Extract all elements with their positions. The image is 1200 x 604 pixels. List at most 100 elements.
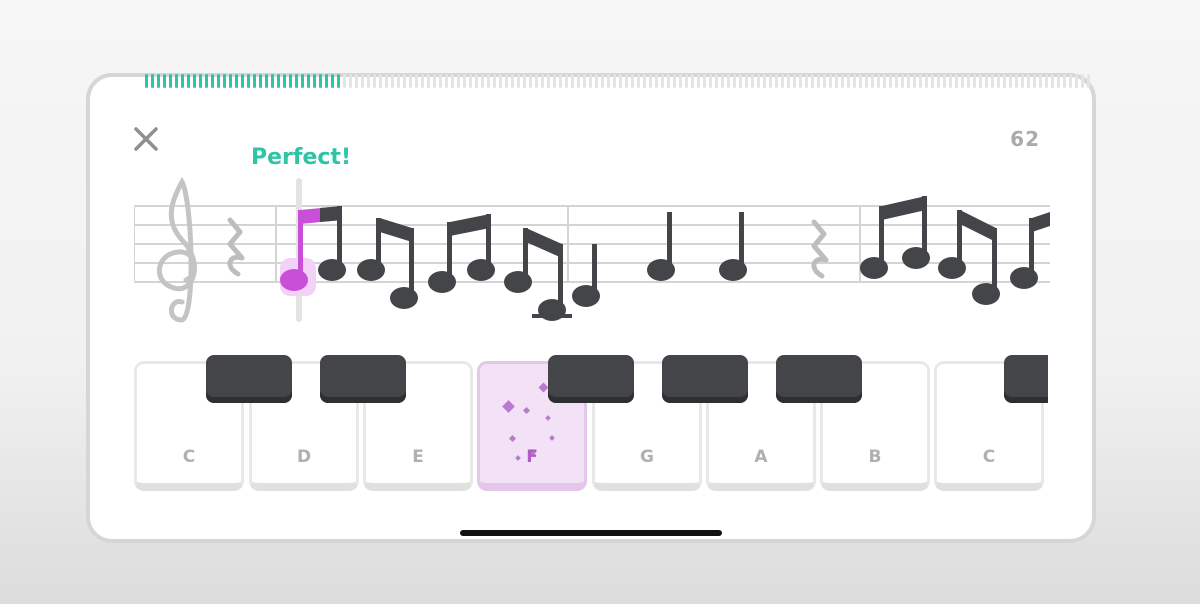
progress-segment	[757, 74, 760, 88]
progress-segment	[1033, 74, 1036, 88]
progress-segment	[607, 74, 610, 88]
progress-segment-filled	[277, 74, 280, 88]
close-icon[interactable]	[132, 125, 160, 153]
progress-segment	[847, 74, 850, 88]
eighth-note-pair	[504, 228, 572, 321]
progress-segment-filled	[193, 74, 196, 88]
progress-segment	[859, 74, 862, 88]
progress-segment	[721, 74, 724, 88]
progress-segment	[745, 74, 748, 88]
progress-segment	[697, 74, 700, 88]
note-counter: 62	[1010, 127, 1040, 151]
progress-segment	[811, 74, 814, 88]
progress-segment	[991, 74, 994, 88]
progress-segment	[505, 74, 508, 88]
progress-segment	[475, 74, 478, 88]
progress-segment	[637, 74, 640, 88]
progress-segment	[949, 74, 952, 88]
progress-segment	[529, 74, 532, 88]
progress-segment-filled	[163, 74, 166, 88]
progress-segment	[823, 74, 826, 88]
progress-segment	[631, 74, 634, 88]
progress-segment-filled	[235, 74, 238, 88]
piano-black-key-d-sharp[interactable]	[320, 355, 406, 403]
progress-segment	[451, 74, 454, 88]
progress-segment	[1057, 74, 1060, 88]
progress-segment	[457, 74, 460, 88]
progress-segment	[619, 74, 622, 88]
progress-segment	[397, 74, 400, 88]
piano-black-key-c-sharp-high[interactable]	[1004, 355, 1048, 403]
progress-segment-filled	[307, 74, 310, 88]
progress-segment	[841, 74, 844, 88]
piano-black-key-f-sharp[interactable]	[548, 355, 634, 403]
lesson-progress-bar	[145, 73, 1095, 89]
progress-segment	[391, 74, 394, 88]
progress-segment-filled	[265, 74, 268, 88]
progress-segment	[439, 74, 442, 88]
progress-segment	[877, 74, 880, 88]
home-indicator	[460, 530, 722, 536]
progress-segment	[601, 74, 604, 88]
quarter-note	[647, 212, 675, 281]
piano-black-key-c-sharp[interactable]	[206, 355, 292, 403]
progress-segment	[829, 74, 832, 88]
progress-segment	[1051, 74, 1054, 88]
progress-segment	[499, 74, 502, 88]
sparkle-icon	[538, 382, 549, 393]
progress-segment-filled	[271, 74, 274, 88]
progress-segment	[565, 74, 568, 88]
progress-segment-filled	[169, 74, 172, 88]
progress-segment	[931, 74, 934, 88]
progress-segment	[1009, 74, 1012, 88]
key-label: E	[412, 447, 424, 467]
progress-segment	[895, 74, 898, 88]
progress-segment	[1063, 74, 1066, 88]
progress-segment	[997, 74, 1000, 88]
progress-segment-filled	[229, 74, 232, 88]
progress-segment	[559, 74, 562, 88]
progress-segment	[613, 74, 616, 88]
progress-segment	[667, 74, 670, 88]
key-label: G	[640, 447, 654, 467]
progress-segment	[487, 74, 490, 88]
key-label: C	[182, 447, 196, 467]
progress-segment	[523, 74, 526, 88]
progress-segment	[883, 74, 886, 88]
piano-keyboard: C D E F G A B C	[134, 355, 1048, 497]
progress-segment	[985, 74, 988, 88]
progress-segment	[625, 74, 628, 88]
key-label: C	[982, 447, 996, 467]
feedback-label: Perfect!	[251, 145, 351, 170]
progress-segment	[661, 74, 664, 88]
progress-segment	[649, 74, 652, 88]
piano-black-key-g-sharp[interactable]	[662, 355, 748, 403]
progress-segment	[673, 74, 676, 88]
progress-segment	[799, 74, 802, 88]
progress-segment	[817, 74, 820, 88]
progress-segment	[1081, 74, 1084, 88]
key-label: F	[526, 447, 538, 467]
progress-segment	[871, 74, 874, 88]
progress-segment-filled	[313, 74, 316, 88]
progress-segment-filled	[247, 74, 250, 88]
progress-segment	[835, 74, 838, 88]
piano-black-key-a-sharp[interactable]	[776, 355, 862, 403]
progress-segment	[763, 74, 766, 88]
progress-segment	[463, 74, 466, 88]
progress-segment-filled	[331, 74, 334, 88]
progress-segment	[937, 74, 940, 88]
progress-segment-filled	[319, 74, 322, 88]
progress-segment	[547, 74, 550, 88]
progress-segment	[343, 74, 346, 88]
progress-segment	[733, 74, 736, 88]
sparkle-icon	[522, 406, 531, 415]
progress-segment-filled	[325, 74, 328, 88]
progress-segment-filled	[295, 74, 298, 88]
progress-segment-filled	[223, 74, 226, 88]
progress-segment	[511, 74, 514, 88]
quarter-note	[719, 212, 747, 281]
progress-segment-filled	[301, 74, 304, 88]
progress-segment	[643, 74, 646, 88]
progress-segment-filled	[205, 74, 208, 88]
